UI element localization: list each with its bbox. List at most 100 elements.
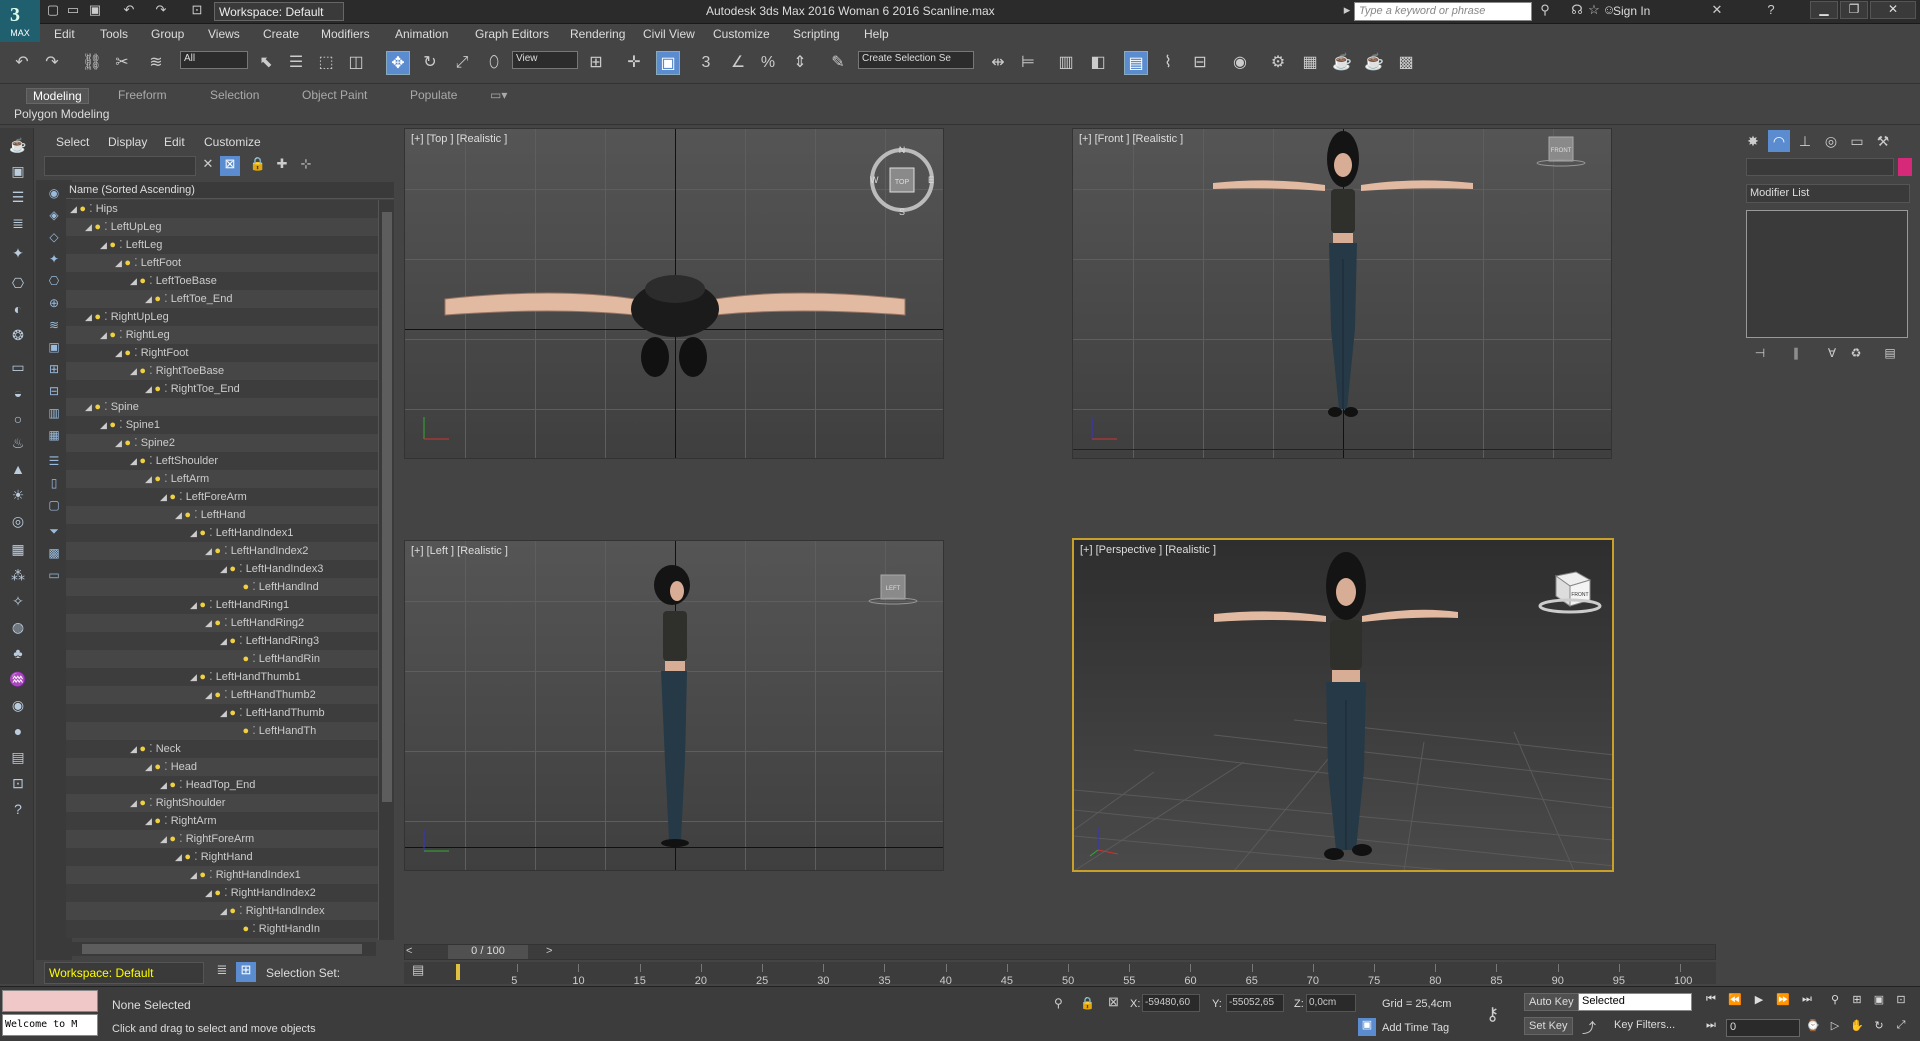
expand-arrow-icon[interactable] — [235, 654, 243, 664]
shapes-icon[interactable]: ✧ — [7, 590, 29, 612]
add-icon[interactable]: ✚ — [272, 156, 292, 176]
expand-arrow-icon[interactable]: ◢ — [220, 564, 229, 574]
list-icon[interactable]: ☰ — [7, 186, 29, 208]
menu-customize[interactable]: Customize — [713, 27, 770, 41]
pivot-center-icon[interactable]: ⊞ — [584, 51, 608, 75]
project-folder-icon[interactable]: ⊡ — [188, 2, 206, 20]
filter-icon[interactable]: ⊠ — [220, 156, 240, 176]
modify-tab-icon[interactable]: ◠ — [1768, 130, 1790, 152]
tree-row[interactable]: ◢ ● ⁚ LeftHandThumb — [66, 704, 378, 722]
key-filters-button[interactable]: Key Filters... — [1614, 1019, 1675, 1031]
tree-row[interactable]: ◢ ● ⁚ RightForeArm — [66, 830, 378, 848]
expand-arrow-icon[interactable]: ◢ — [115, 348, 124, 358]
make-unique-icon[interactable]: ∀ — [1822, 346, 1842, 364]
viewcube-left[interactable]: LEFT — [867, 569, 927, 629]
curve-editor-icon[interactable]: ⌇ — [1156, 51, 1180, 75]
visibility-bulb-icon[interactable]: ● — [229, 707, 239, 719]
tree-row[interactable]: ◢ ● ⁚ Spine1 — [66, 416, 378, 434]
tree-row[interactable]: ◢ ● ⁚ LeftHandThumb2 — [66, 686, 378, 704]
visibility-bulb-icon[interactable]: ● — [94, 311, 104, 323]
display-geometry-icon[interactable]: ◈ — [45, 206, 63, 224]
globe-icon[interactable]: ◍ — [7, 616, 29, 638]
zoom-extents-all-icon[interactable]: ⊡ — [1892, 993, 1910, 1011]
named-selection-dropdown[interactable]: Create Selection Se — [858, 51, 974, 69]
expand-arrow-icon[interactable]: ◢ — [100, 240, 109, 250]
z-coord-input[interactable]: 0,0cm — [1306, 994, 1356, 1012]
helper-icon[interactable]: ◐ — [7, 298, 29, 320]
menu-rendering[interactable]: Rendering — [570, 27, 625, 41]
tree-row[interactable]: ● ⁚ RightHandIn — [66, 920, 378, 938]
light-icon[interactable]: ✦ — [7, 242, 29, 264]
tree-row[interactable]: ● ⁚ LeftHandRin — [66, 650, 378, 668]
display-tab-icon[interactable]: ▭ — [1846, 130, 1868, 152]
expand-arrow-icon[interactable] — [235, 582, 243, 592]
select-and-place-icon[interactable]: ⬯ — [482, 51, 506, 75]
clear-find-icon[interactable]: ✕ — [198, 156, 218, 176]
viewport-left[interactable]: [+] [Left ] [Realistic ] LEFT — [404, 540, 944, 871]
key-mode-toggle-icon[interactable]: ⏭ — [1702, 1019, 1720, 1037]
maxscript-listener-input[interactable] — [2, 990, 98, 1012]
open-file-icon[interactable]: ▭ — [64, 2, 82, 20]
visibility-bulb-icon[interactable]: ● — [214, 545, 224, 557]
render-setup-icon[interactable]: ⚙ — [1266, 51, 1290, 75]
sphere-icon[interactable]: ○ — [7, 408, 29, 430]
expand-arrow-icon[interactable]: ◢ — [160, 834, 169, 844]
expand-arrow-icon[interactable]: ◢ — [220, 636, 229, 646]
teapot-icon[interactable]: ☕ — [7, 134, 29, 156]
sign-in-button[interactable]: Sign In — [1613, 4, 1650, 18]
explorer-column-header[interactable]: Name (Sorted Ascending) — [66, 182, 394, 199]
menu-graph-editors[interactable]: Graph Editors — [475, 27, 549, 41]
visibility-bulb-icon[interactable]: ● — [169, 491, 179, 503]
visibility-bulb-icon[interactable]: ● — [229, 905, 239, 917]
tree-row[interactable]: ◢ ● ⁚ LeftShoulder — [66, 452, 378, 470]
expand-arrow-icon[interactable]: ◢ — [145, 762, 154, 772]
mini-curve-editor-icon[interactable]: ▤ — [412, 962, 432, 982]
visibility-bulb-icon[interactable]: ● — [214, 689, 224, 701]
explorer-vertical-scrollbar[interactable] — [378, 200, 394, 940]
ball-icon[interactable]: ● — [7, 720, 29, 742]
pin-stack-icon[interactable]: ⊣ — [1750, 346, 1770, 364]
expand-arrow-icon[interactable]: ◢ — [130, 276, 139, 286]
render-iterative-icon[interactable]: ☕ — [1362, 51, 1386, 75]
zoom-icon[interactable]: ⚲ — [1826, 993, 1844, 1011]
visibility-bulb-icon[interactable]: ● — [154, 293, 164, 305]
tree-row[interactable]: ◢ ● ⁚ RightToe_End — [66, 380, 378, 398]
track-bar[interactable] — [404, 962, 1716, 984]
tree-row[interactable]: ◢ ● ⁚ LeftHandIndex1 — [66, 524, 378, 542]
visibility-bulb-icon[interactable]: ● — [199, 599, 209, 611]
save-file-icon[interactable]: ▣ — [86, 2, 104, 20]
visibility-bulb-icon[interactable]: ● — [243, 581, 253, 593]
undo-icon[interactable]: ↶ — [10, 51, 34, 75]
spinner-snap-icon[interactable]: ⇕ — [788, 51, 812, 75]
goto-end-icon[interactable]: ⏭ — [1798, 993, 1816, 1011]
tab-populate[interactable]: Populate — [410, 88, 457, 102]
tree-row[interactable]: ◢ ● ⁚ LeftUpLeg — [66, 218, 378, 236]
sun-icon[interactable]: ☀ — [7, 484, 29, 506]
menu-create[interactable]: Create — [263, 27, 299, 41]
invert-select-icon[interactable]: ▭ — [45, 566, 63, 584]
exchange-apps-icon[interactable]: ✕ — [1708, 2, 1726, 20]
expand-arrow-icon[interactable]: ◢ — [130, 366, 139, 376]
display-all-icon[interactable]: ◉ — [45, 184, 63, 202]
info-icon[interactable]: ? — [7, 798, 29, 820]
tree-row[interactable]: ◢ ● ⁚ RightHandIndex1 — [66, 866, 378, 884]
expand-arrow-icon[interactable]: ◢ — [85, 312, 94, 322]
visibility-bulb-icon[interactable]: ● — [154, 473, 164, 485]
material-editor-icon[interactable]: ◉ — [1228, 51, 1252, 75]
menu-animation[interactable]: Animation — [395, 27, 448, 41]
new-file-icon[interactable]: ▢ — [44, 2, 62, 20]
visibility-bulb-icon[interactable]: ● — [199, 671, 209, 683]
link-icon[interactable]: ⛓ — [80, 51, 104, 75]
tree-row[interactable]: ◢ ● ⁚ RightToeBase — [66, 362, 378, 380]
remove-modifier-icon[interactable]: ♻ — [1846, 346, 1866, 364]
tree-row[interactable]: ◢ ● ⁚ Spine — [66, 398, 378, 416]
visibility-bulb-icon[interactable]: ● — [139, 365, 149, 377]
tab-modeling[interactable]: Modeling — [26, 88, 89, 104]
tree-row[interactable]: ◢ ● ⁚ Hips — [66, 200, 378, 218]
time-config-icon[interactable]: ⌚ — [1804, 1019, 1822, 1037]
tree-row[interactable]: ◢ ● ⁚ RightHandIndex — [66, 902, 378, 920]
viewcube-front[interactable]: FRONT — [1535, 131, 1595, 191]
expand-arrow-icon[interactable]: ◢ — [70, 204, 79, 214]
grid-icon[interactable]: ▦ — [7, 538, 29, 560]
particles-icon[interactable]: ⁂ — [7, 564, 29, 586]
